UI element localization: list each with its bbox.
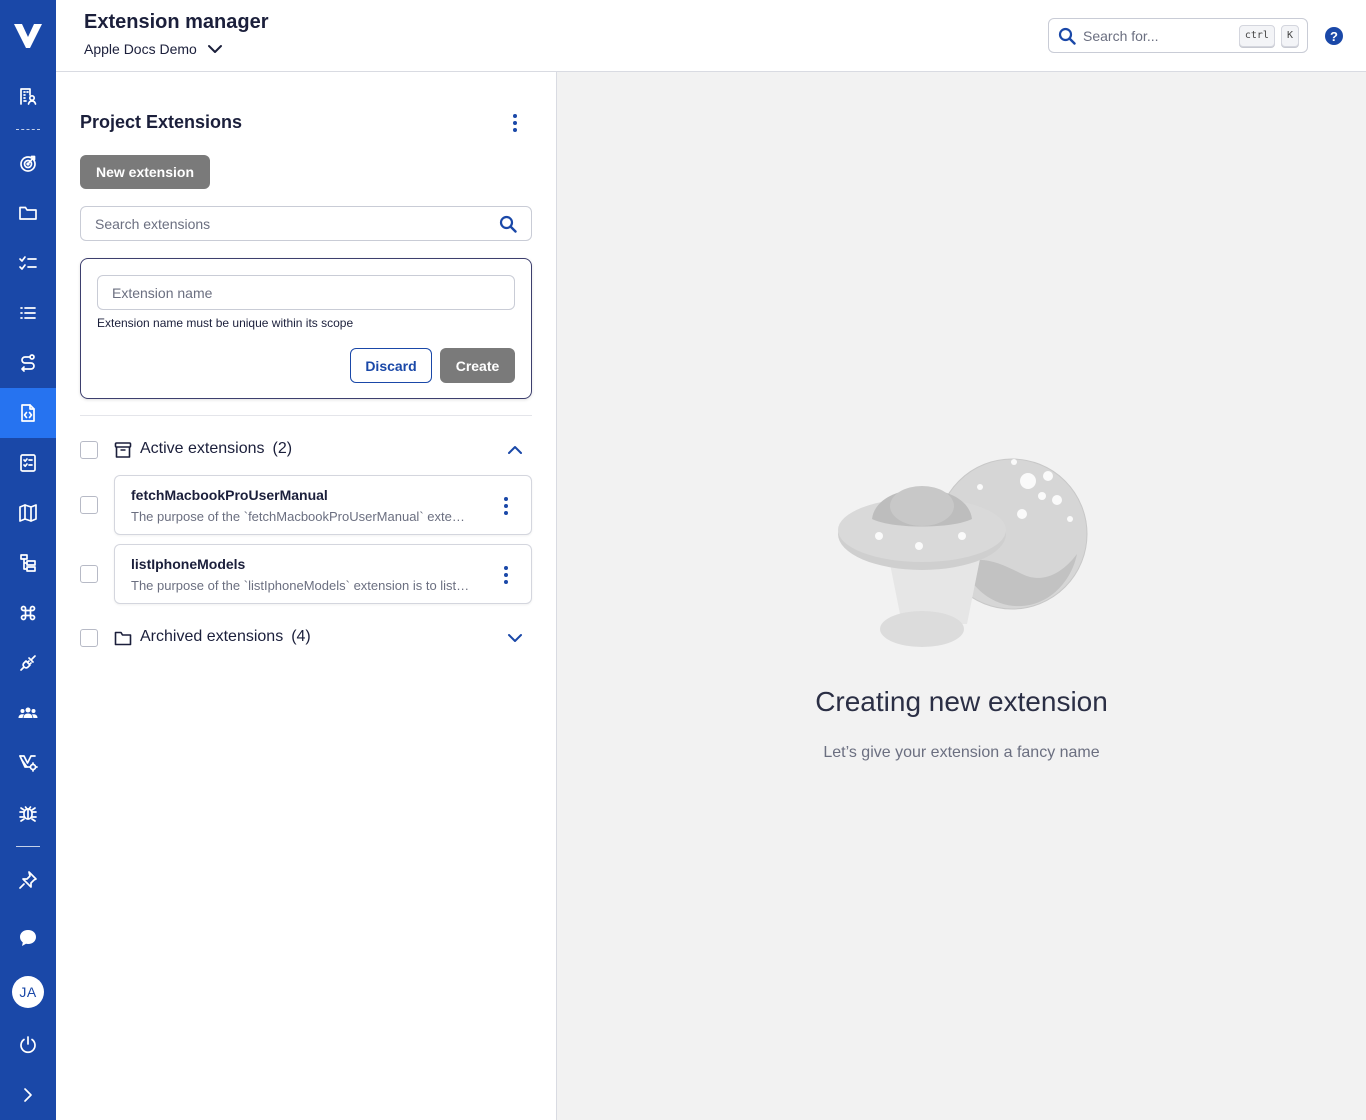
extension-card[interactable]: fetchMacbookProUserManual The purpose of… [114,475,532,535]
extension-description: The purpose of the `listIphoneModels` ex… [131,578,471,593]
extension-more-options-icon[interactable] [496,566,516,584]
power-icon[interactable] [0,1020,56,1070]
global-search-placeholder: Search for... [1083,27,1159,44]
target-icon[interactable] [0,138,56,188]
extension-more-options-icon[interactable] [496,497,516,515]
extension-search-placeholder: Search extensions [95,215,211,232]
chat-icon[interactable] [0,913,56,963]
checklist-icon[interactable] [0,238,56,288]
discard-button[interactable]: Discard [350,348,432,383]
archived-group-count: (4) [291,628,311,645]
shortcut-ctrl-key: ctrl [1238,24,1275,47]
new-extension-button[interactable]: New extension [80,155,210,189]
app-logo[interactable] [0,0,56,72]
page-header: Extension manager Apple Docs Demo Search… [56,0,1366,72]
extension-name-hint: Extension name must be unique within its… [97,316,354,330]
rail-divider [16,846,40,847]
active-group-label: Active extensions [140,440,265,457]
main-content: Creating new extension Let’s give your e… [557,72,1366,1120]
project-selector[interactable]: Apple Docs Demo [84,41,223,57]
select-all-active-checkbox[interactable] [80,441,98,459]
extension-name-input[interactable]: Extension name [97,275,515,310]
panel-more-options-icon[interactable] [505,114,525,132]
workflow-icon[interactable] [0,338,56,388]
pin-icon[interactable] [0,855,56,905]
list-icon[interactable] [0,288,56,338]
extension-row-checkbox[interactable] [80,496,98,514]
active-group-count: (2) [272,440,293,457]
rail-divider [16,129,40,130]
new-extension-form: Extension name Extension name must be un… [80,258,532,399]
section-divider [80,415,532,416]
ufo-planet-illustration [838,458,1088,647]
create-button[interactable]: Create [440,348,515,383]
extension-row-checkbox[interactable] [80,565,98,583]
extension-code-icon[interactable] [0,388,56,438]
team-icon[interactable] [0,688,56,738]
page-title: Extension manager [84,11,269,33]
empty-state-subtitle: Let’s give your extension a fancy name [823,744,1100,761]
empty-state-title: Creating new extension [815,686,1108,717]
help-icon[interactable]: ? [1325,27,1343,45]
user-avatar[interactable]: JA [12,976,44,1008]
project-name: Apple Docs Demo [84,41,197,57]
archived-extensions-group[interactable]: Archived extensions (4) [80,623,532,653]
brand-settings-icon[interactable] [0,738,56,788]
sidebar-rail: JA [0,0,56,1120]
global-search-input[interactable]: Search for... ctrl K [1048,18,1308,53]
search-icon[interactable] [499,215,517,233]
shortcut-k-key: K [1280,24,1299,47]
archived-group-label: Archived extensions [140,628,284,645]
chevron-down-icon [207,45,222,53]
plug-icon[interactable] [0,638,56,688]
folder-icon [114,631,132,646]
chevron-up-icon[interactable] [506,441,524,459]
bug-icon[interactable] [0,788,56,838]
extension-name: listIphoneModels [131,556,246,572]
test-plan-icon[interactable] [0,438,56,488]
hierarchy-icon[interactable] [0,538,56,588]
extension-search-input[interactable]: Search extensions [80,206,532,241]
select-all-archived-checkbox[interactable] [80,629,98,647]
map-icon[interactable] [0,488,56,538]
search-icon [1058,27,1076,45]
extension-description: The purpose of the `fetchMacbookProUserM… [131,509,471,524]
archive-box-icon [114,442,132,458]
organization-icon[interactable] [0,71,56,121]
extensions-panel: Project Extensions New extension Search … [56,72,557,1120]
active-extensions-group[interactable]: Active extensions (2) [80,435,532,465]
chevron-down-icon[interactable] [506,629,524,647]
panel-title: Project Extensions [80,112,243,132]
command-icon[interactable] [0,588,56,638]
extension-name: fetchMacbookProUserManual [131,487,328,503]
extension-card[interactable]: listIphoneModels The purpose of the `lis… [114,544,532,604]
folder-icon[interactable] [0,188,56,238]
expand-rail-icon[interactable] [0,1070,56,1120]
